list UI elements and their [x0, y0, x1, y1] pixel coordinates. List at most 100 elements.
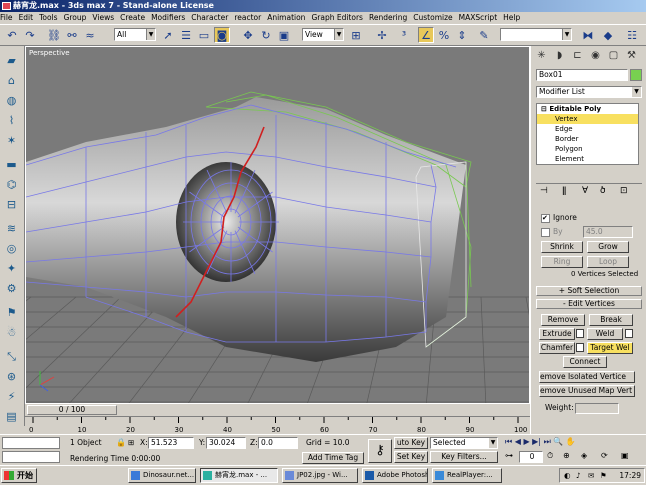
- selection-filter-dropdown[interactable]: All ▼: [114, 28, 156, 41]
- rect-selection-icon[interactable]: ▭: [196, 27, 212, 43]
- spinner-snap-icon[interactable]: ⇕: [454, 27, 470, 43]
- menu-animation[interactable]: Animation: [267, 12, 305, 24]
- bind-spacewarp-icon[interactable]: ≈: [82, 27, 98, 43]
- rotate-icon[interactable]: ↻: [258, 27, 274, 43]
- connect-button[interactable]: Connect: [563, 356, 607, 368]
- z-coordinate-field[interactable]: 0.0: [258, 437, 298, 449]
- select-object-icon[interactable]: ➚: [160, 27, 176, 43]
- shrink-button[interactable]: Shrink: [541, 241, 583, 253]
- modify-tab-icon[interactable]: ◗: [553, 49, 566, 62]
- chamfer-button[interactable]: Chamfer: [539, 342, 575, 354]
- menu-graph-editors[interactable]: Graph Editors: [311, 12, 363, 24]
- fracture-icon[interactable]: ✦: [3, 260, 20, 277]
- target-weld-button[interactable]: Target Wel: [587, 342, 633, 354]
- taskbar-item[interactable]: Adobe Photoshop: [362, 468, 428, 483]
- snap-3d-icon[interactable]: ³: [396, 27, 412, 43]
- set-key-button[interactable]: Set Key: [394, 451, 428, 463]
- next-frame-icon[interactable]: ▶|: [532, 437, 541, 446]
- goto-end-icon[interactable]: ⏭: [544, 437, 551, 446]
- angle-spinner[interactable]: 45.0: [583, 226, 633, 238]
- time-config-icon[interactable]: ⏱: [547, 451, 553, 461]
- pin-stack-icon[interactable]: ⊣: [540, 186, 548, 196]
- taskbar-item[interactable]: RealPlayer:...: [432, 468, 502, 483]
- undo-icon[interactable]: ↶: [4, 27, 20, 43]
- taskbar-item[interactable]: Dinosaur.net...: [128, 468, 196, 483]
- tray-icon-3[interactable]: ✉: [588, 469, 594, 482]
- modifier-list-dropdown[interactable]: Modifier List ▼: [536, 86, 642, 98]
- utilities-tab-icon[interactable]: ⚒: [625, 49, 638, 62]
- track-bar[interactable]: 0 10 20 30 40 50 60 70 80 90 100: [25, 416, 530, 434]
- x-coordinate-field[interactable]: 51.523: [148, 437, 194, 449]
- pan-viewport-icon[interactable]: ✋: [566, 437, 576, 446]
- maxscript-output[interactable]: [2, 451, 60, 463]
- grow-button[interactable]: Grow: [587, 241, 629, 253]
- taskbar-item[interactable]: 赫宵龙.max - ...: [200, 468, 278, 483]
- ring-button[interactable]: Ring: [541, 256, 583, 268]
- make-unique-icon[interactable]: ∀: [582, 186, 588, 196]
- menu-modifiers[interactable]: Modifiers: [151, 12, 185, 24]
- select-by-name-icon[interactable]: ☰: [178, 27, 194, 43]
- material-editor-icon[interactable]: ◆: [600, 27, 616, 43]
- point-to-point-icon[interactable]: ⤡: [3, 348, 20, 365]
- stack-item-polygon[interactable]: Polygon: [537, 144, 638, 154]
- redo-icon[interactable]: ↷: [22, 27, 38, 43]
- perspective-viewport[interactable]: Perspective: [25, 46, 530, 404]
- zoom-extents-icon[interactable]: ⊕: [563, 451, 570, 460]
- menu-edit[interactable]: Edit: [19, 12, 34, 24]
- menu-rendering[interactable]: Rendering: [369, 12, 407, 24]
- field-of-view-icon[interactable]: ◈: [581, 451, 587, 460]
- named-selection-sets-dropdown[interactable]: ▼: [500, 28, 572, 41]
- key-mode-toggle-icon[interactable]: ⊶: [505, 451, 513, 460]
- by-angle-checkbox[interactable]: [541, 228, 550, 237]
- wind-icon[interactable]: ≋: [3, 220, 20, 237]
- mirror-icon[interactable]: ⧓: [580, 27, 596, 43]
- remove-isolated-vertices-button[interactable]: emove Isolated Vertice: [539, 371, 635, 383]
- time-slider[interactable]: 0 / 100: [25, 404, 530, 416]
- layer-manager-icon[interactable]: ☷: [624, 27, 640, 43]
- soft-body-icon[interactable]: ◍: [3, 92, 20, 109]
- modifier-stack[interactable]: ⊟ Editable Poly Vertex Edge Border Polygon E…: [536, 103, 639, 165]
- remove-unused-map-verts-button[interactable]: emove Unused Map Vert: [539, 385, 635, 397]
- prev-frame-icon[interactable]: ◀: [515, 437, 521, 446]
- select-manipulate-icon[interactable]: ✢: [374, 27, 390, 43]
- menu-maxscript[interactable]: MAXScript: [459, 12, 498, 24]
- edit-vertices-rollout[interactable]: - Edit Vertices: [536, 299, 642, 309]
- reference-coord-dropdown[interactable]: View ▼: [302, 28, 344, 41]
- stack-root[interactable]: ⊟ Editable Poly: [537, 104, 638, 114]
- ragdoll-icon[interactable]: ☃: [3, 324, 20, 341]
- cloth-collection-icon[interactable]: ⌂: [3, 72, 20, 89]
- constraint-solver-icon[interactable]: ⚑: [3, 304, 20, 321]
- object-color-swatch[interactable]: [630, 69, 642, 81]
- auto-key-button[interactable]: uto Key: [394, 437, 428, 449]
- spring-icon[interactable]: ⌬: [3, 176, 20, 193]
- weld-button[interactable]: Weld: [587, 328, 623, 340]
- stack-item-vertex[interactable]: Vertex: [537, 114, 638, 124]
- tray-icon-4[interactable]: ⚑: [600, 469, 607, 482]
- tray-icon-2[interactable]: ♪: [576, 469, 581, 482]
- menu-customize[interactable]: Customize: [413, 12, 452, 24]
- zoom-viewport-icon[interactable]: 🔍: [553, 437, 563, 446]
- water-icon[interactable]: ⚙: [3, 280, 20, 297]
- y-coordinate-field[interactable]: 30.024: [206, 437, 246, 449]
- loop-button[interactable]: Loop: [587, 256, 629, 268]
- key-mode-dropdown[interactable]: Selected ▼: [430, 437, 498, 449]
- remove-modifier-icon[interactable]: ծ: [600, 186, 606, 196]
- hinge-icon[interactable]: ⊟: [3, 196, 20, 213]
- plane-icon[interactable]: ▬: [3, 156, 20, 173]
- arc-rotate-icon[interactable]: ⟳: [601, 451, 608, 460]
- current-frame-field[interactable]: 0: [519, 451, 543, 463]
- tray-icon-1[interactable]: ◐: [564, 469, 571, 482]
- menu-help[interactable]: Help: [503, 12, 520, 24]
- rigid-body-icon[interactable]: ▰: [3, 52, 20, 69]
- goto-start-icon[interactable]: ⏮: [505, 437, 512, 446]
- menu-create[interactable]: Create: [120, 12, 145, 24]
- key-filters-button[interactable]: Key Filters...: [430, 451, 498, 463]
- configure-sets-icon[interactable]: ⊡: [620, 186, 628, 196]
- percent-snap-icon[interactable]: %: [436, 27, 452, 43]
- chamfer-settings-icon[interactable]: [576, 343, 584, 352]
- time-slider-thumb[interactable]: 0 / 100: [27, 405, 117, 415]
- maxscript-listener[interactable]: [2, 437, 60, 449]
- car-wheel-icon[interactable]: ⊛: [3, 368, 20, 385]
- remove-button[interactable]: Remove: [541, 314, 585, 326]
- motion-tab-icon[interactable]: ◉: [589, 49, 602, 62]
